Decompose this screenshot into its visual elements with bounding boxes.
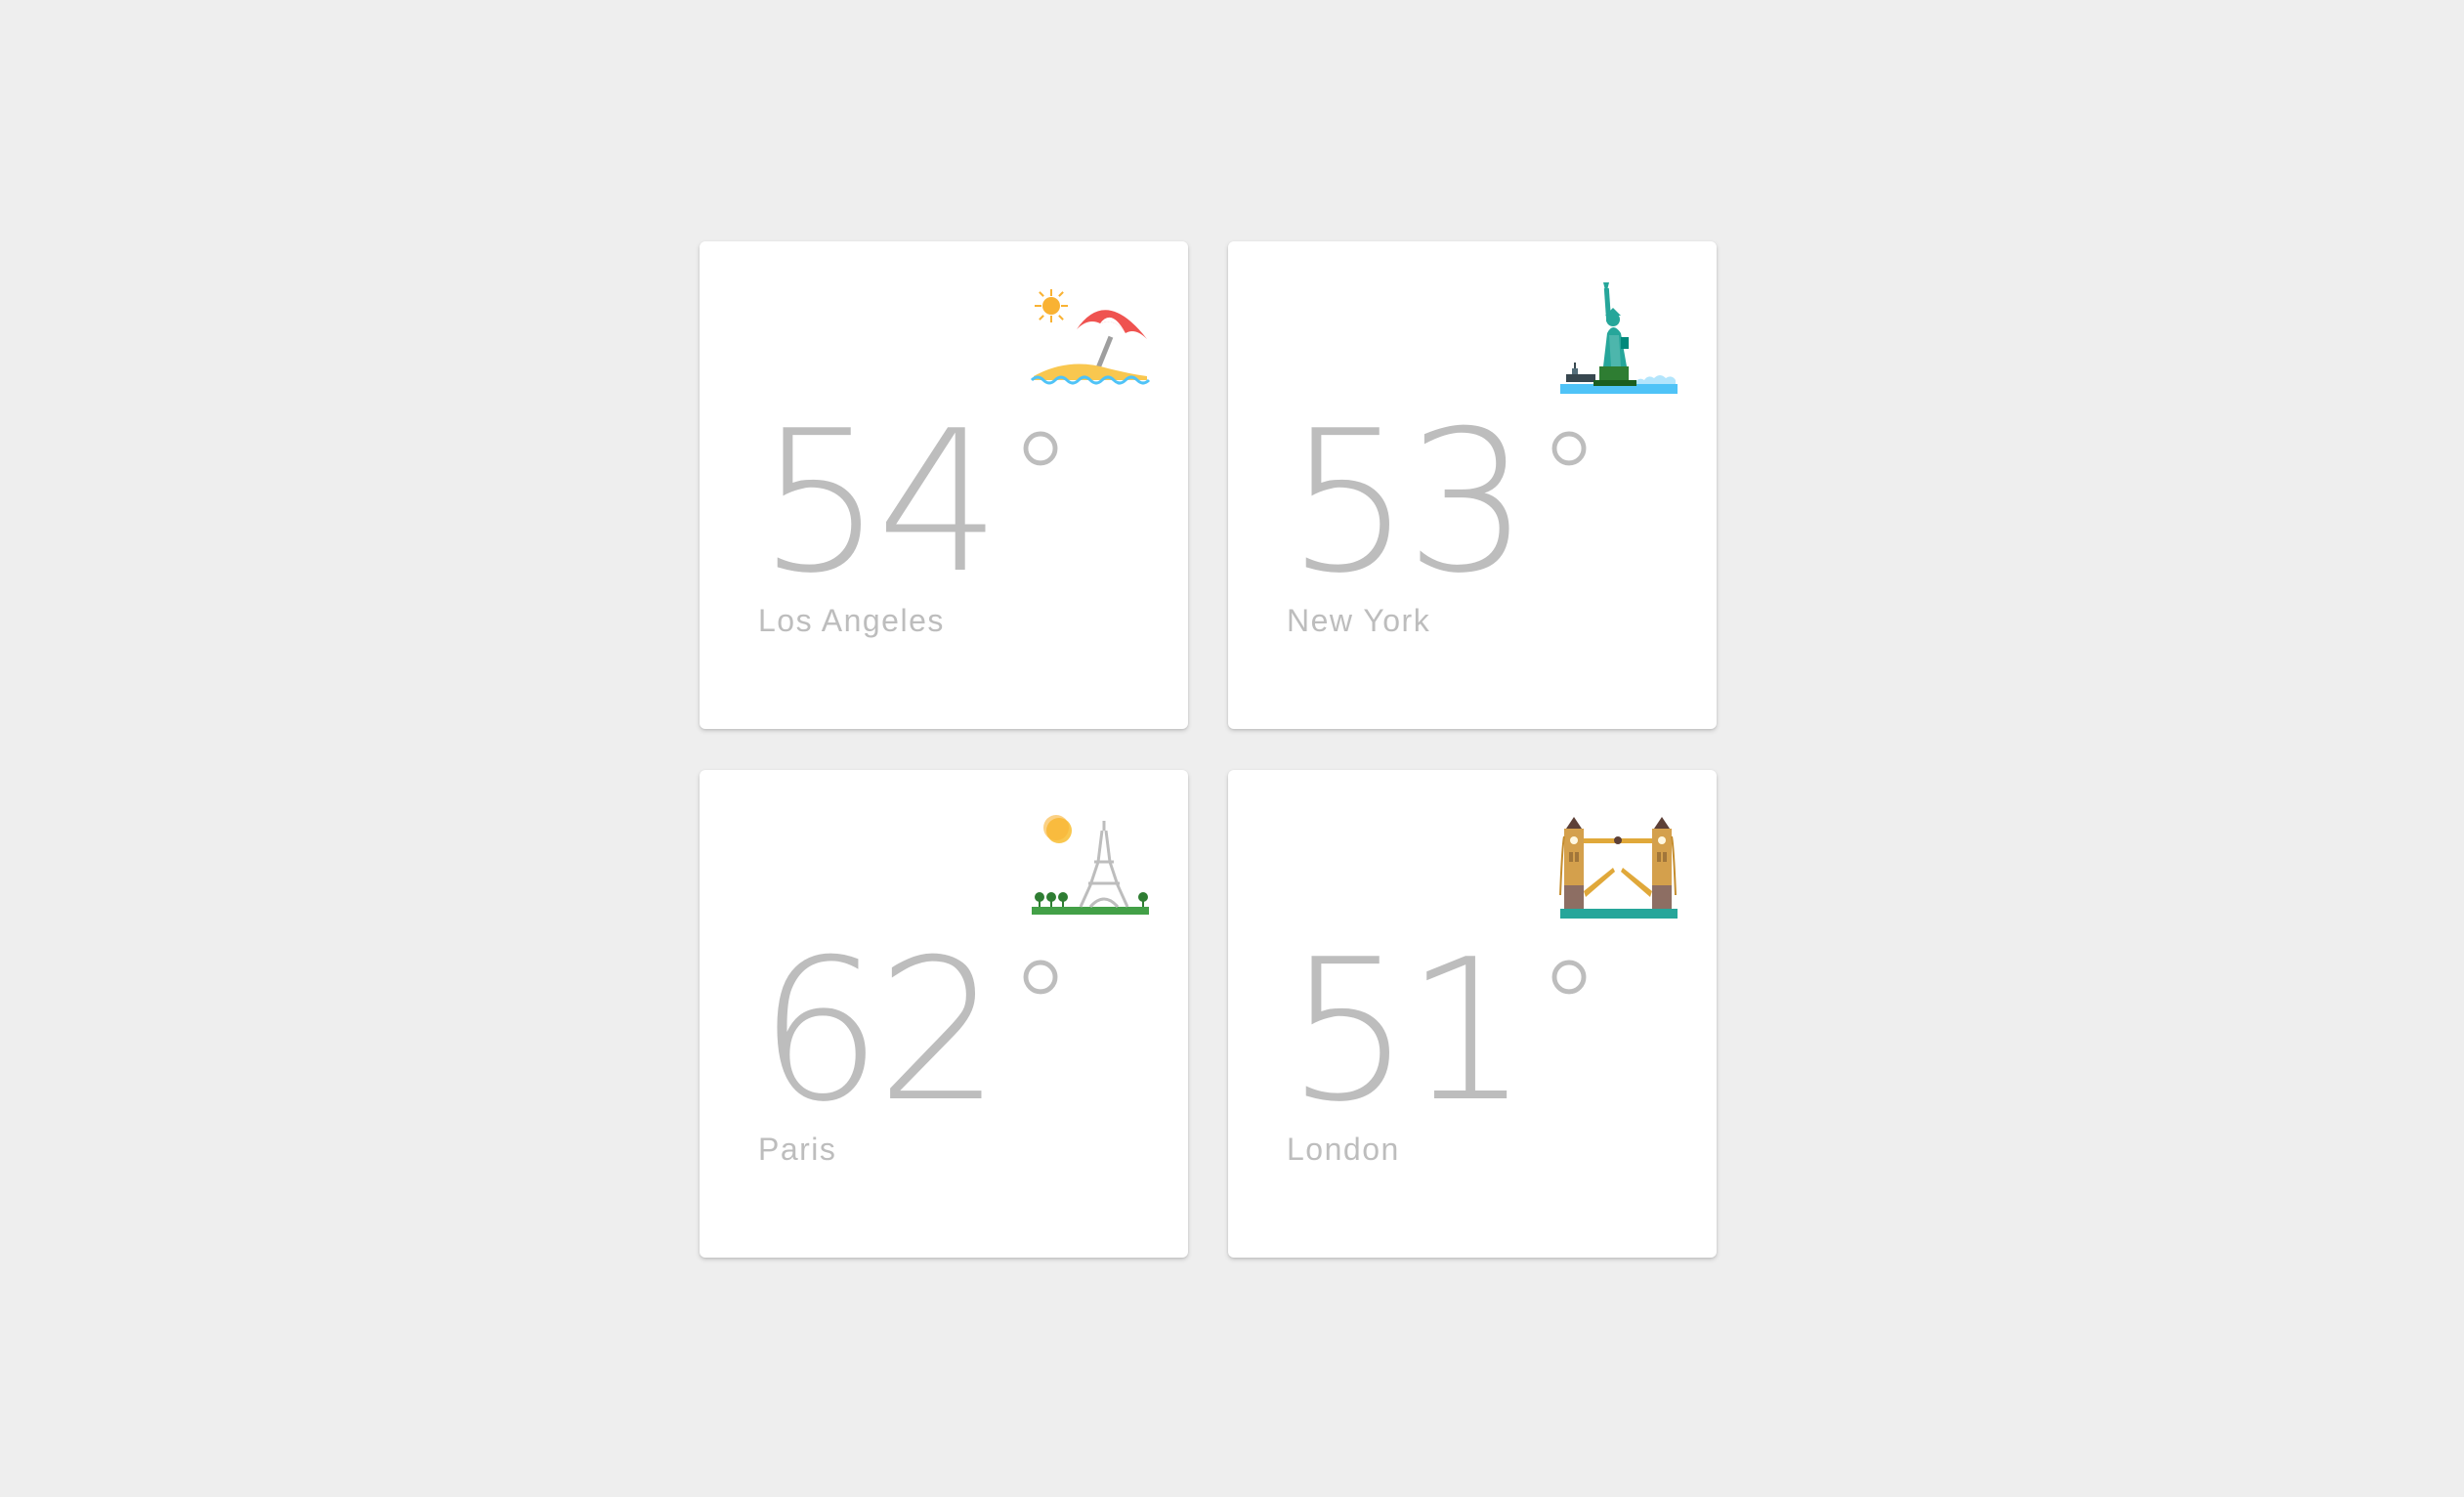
weather-card-grid: 54 ° Los Angeles 53 ° New York 62 ° Pari…: [700, 241, 1717, 1258]
degree-symbol: °: [1537, 933, 1601, 1082]
degree-symbol: °: [1008, 933, 1073, 1082]
city-name: Paris: [758, 1132, 837, 1167]
statue-of-liberty-icon: [1558, 278, 1679, 400]
degree-symbol: °: [1537, 405, 1601, 553]
temperature-number: 53: [1287, 389, 1529, 617]
city-name: London: [1287, 1132, 1400, 1167]
eiffel-tower-icon: [1030, 807, 1151, 928]
temperature-number: 51: [1287, 918, 1529, 1145]
temperature-value: 53 °: [1287, 405, 1601, 601]
beach-umbrella-sun-icon: [1030, 278, 1151, 400]
city-name: New York: [1287, 603, 1431, 638]
temperature-number: 62: [758, 918, 1000, 1145]
temperature-value: 54 °: [758, 405, 1073, 601]
weather-card-los-angeles[interactable]: 54 ° Los Angeles: [700, 241, 1188, 729]
temperature-value: 51 °: [1287, 933, 1601, 1130]
weather-card-paris[interactable]: 62 ° Paris: [700, 770, 1188, 1258]
city-name: Los Angeles: [758, 603, 945, 638]
weather-card-new-york[interactable]: 53 ° New York: [1228, 241, 1717, 729]
weather-card-london[interactable]: 51 ° London: [1228, 770, 1717, 1258]
tower-bridge-icon: [1558, 807, 1679, 928]
temperature-number: 54: [758, 389, 1000, 617]
temperature-value: 62 °: [758, 933, 1073, 1130]
degree-symbol: °: [1008, 405, 1073, 553]
